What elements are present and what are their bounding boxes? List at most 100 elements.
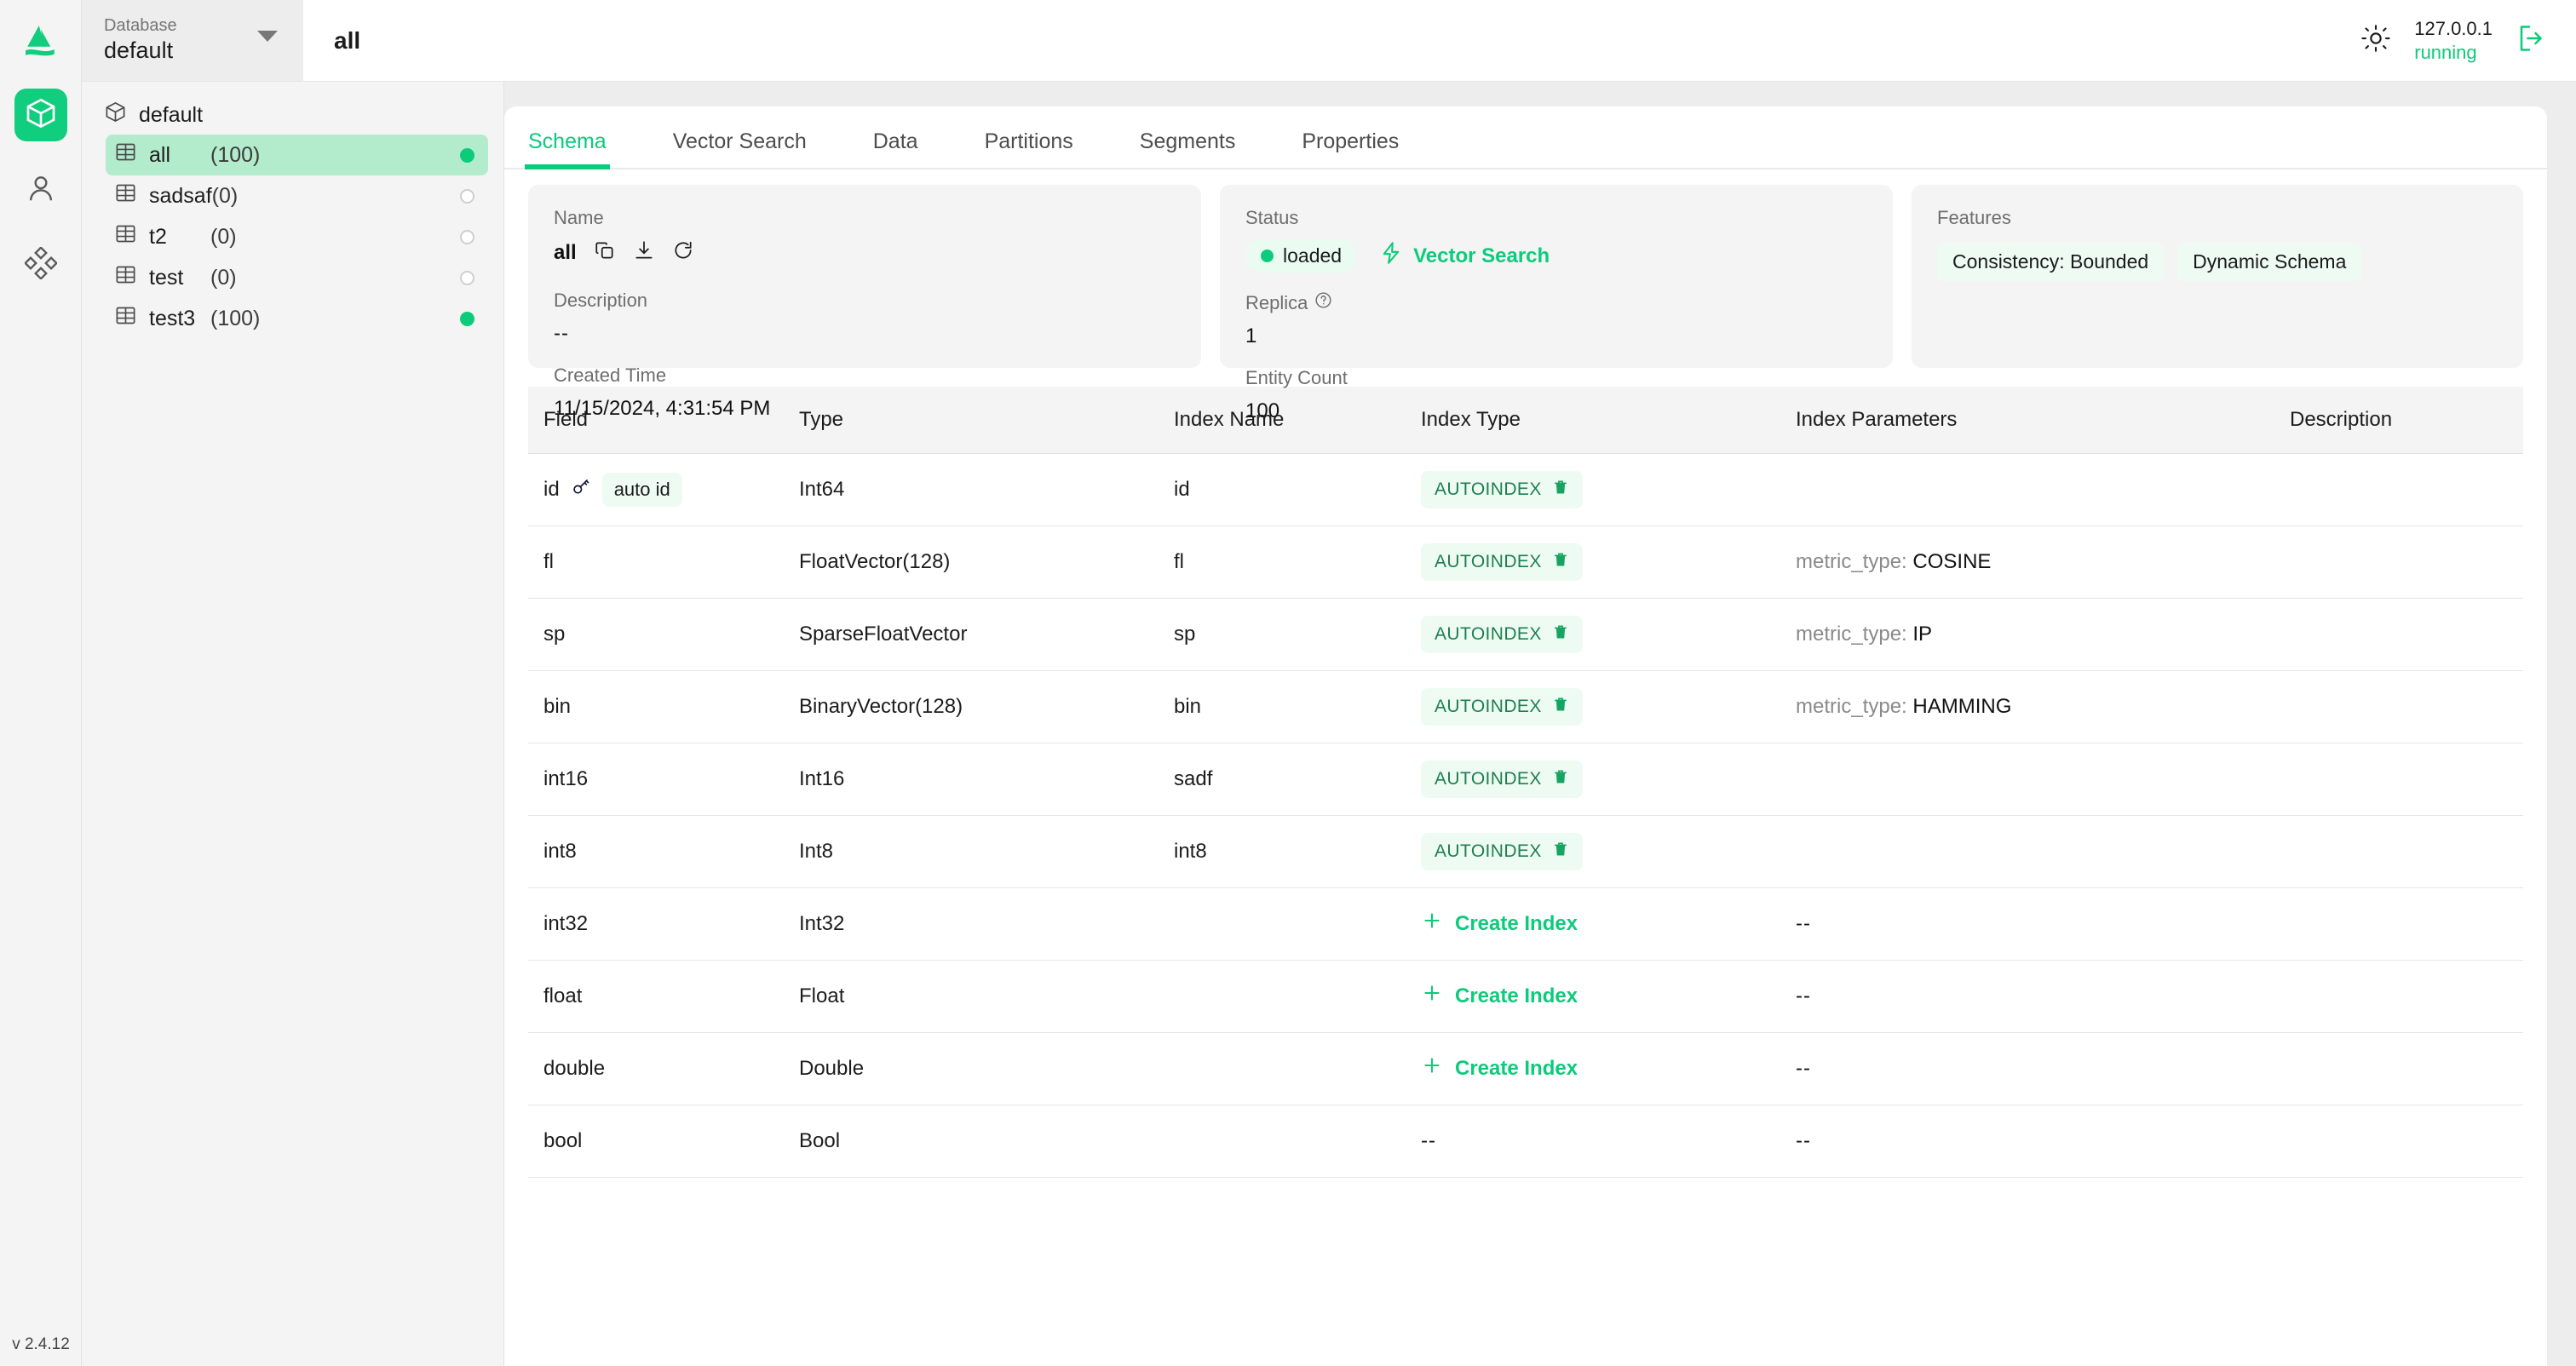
- lightning-icon: [1379, 240, 1403, 272]
- index-type-badge[interactable]: AUTOINDEX: [1421, 760, 1583, 798]
- features-card-label: Features: [1937, 207, 2498, 229]
- auto-id-badge: auto id: [602, 473, 682, 507]
- tab-partitions[interactable]: Partitions: [985, 129, 1073, 168]
- tab-segments[interactable]: Segments: [1140, 129, 1236, 168]
- table-row[interactable]: flFloatVector(128)flAUTOINDEX metric_typ…: [528, 525, 2523, 598]
- cell-index-parameters: --: [1780, 1105, 2274, 1177]
- table-row[interactable]: boolBool----: [528, 1105, 2523, 1177]
- sidebar-database-root[interactable]: default: [82, 95, 503, 135]
- field-name: fl: [543, 550, 554, 574]
- create-index-button[interactable]: Create Index: [1421, 910, 1578, 938]
- metric-type-value: IP: [1912, 623, 1932, 646]
- tab-data[interactable]: Data: [873, 129, 918, 168]
- cell-index-type: Create Index: [1406, 960, 1780, 1032]
- tab-schema[interactable]: Schema: [528, 129, 607, 168]
- delete-index-icon[interactable]: [1552, 623, 1569, 646]
- delete-index-icon[interactable]: [1552, 768, 1569, 790]
- table-row[interactable]: binBinaryVector(128)binAUTOINDEX metric_…: [528, 670, 2523, 743]
- delete-index-icon[interactable]: [1552, 479, 1569, 501]
- name-card: Name all: [528, 185, 1201, 368]
- delete-index-icon[interactable]: [1552, 551, 1569, 573]
- sidebar-collection-test[interactable]: test(0): [106, 257, 488, 298]
- field-name: bool: [543, 1129, 582, 1153]
- collection-name: test3: [149, 307, 210, 331]
- help-circle-icon[interactable]: [1314, 291, 1332, 314]
- delete-index-icon[interactable]: [1552, 696, 1569, 718]
- database-selector[interactable]: Database default: [82, 0, 303, 81]
- cell-type: Int32: [784, 887, 1159, 960]
- cell-field: int16: [528, 743, 784, 815]
- index-type-badge[interactable]: AUTOINDEX: [1421, 543, 1583, 581]
- delete-index-icon[interactable]: [1552, 841, 1569, 863]
- replica-value: 1: [1245, 324, 1867, 348]
- table-row[interactable]: doubleDouble Create Index--: [528, 1032, 2523, 1105]
- table-row[interactable]: spSparseFloatVectorspAUTOINDEX metric_ty…: [528, 598, 2523, 670]
- metric-type-value: HAMMING: [1912, 695, 2011, 718]
- vector-search-button[interactable]: Vector Search: [1379, 240, 1550, 272]
- name-card-label: Name: [554, 207, 1176, 229]
- field-name: bin: [543, 695, 571, 719]
- cell-description: [2274, 960, 2523, 1032]
- index-type-badge[interactable]: AUTOINDEX: [1421, 616, 1583, 653]
- database-label: Database: [104, 15, 177, 37]
- index-type-label: AUTOINDEX: [1435, 479, 1542, 500]
- table-icon: [114, 222, 137, 251]
- collection-count: (0): [212, 184, 239, 209]
- logout-icon[interactable]: [2516, 23, 2547, 58]
- field-name: id: [543, 478, 560, 502]
- cell-field: sp: [528, 598, 784, 670]
- cell-description: [2274, 815, 2523, 887]
- tab-properties[interactable]: Properties: [1302, 129, 1399, 168]
- status-badge: loaded: [1245, 239, 1357, 273]
- cell-field: fl: [528, 525, 784, 598]
- index-parameters-value: --: [1796, 984, 1811, 1007]
- table-row[interactable]: int8Int8int8AUTOINDEX: [528, 815, 2523, 887]
- collection-name: sadsaf: [149, 184, 212, 209]
- cell-index-name: id: [1159, 453, 1406, 525]
- cell-description: [2274, 453, 2523, 525]
- sidebar-collection-all[interactable]: all(100): [106, 135, 488, 175]
- table-row[interactable]: floatFloat Create Index--: [528, 960, 2523, 1032]
- refresh-icon[interactable]: [672, 239, 694, 266]
- tab-bar: Schema Vector Search Data Partitions Segment…: [504, 106, 2547, 169]
- cell-description: [2274, 670, 2523, 743]
- index-type-badge[interactable]: AUTOINDEX: [1421, 471, 1583, 508]
- collection-load-dot-icon: [460, 312, 474, 326]
- cell-field: int8: [528, 815, 784, 887]
- connection-status: running: [2414, 41, 2493, 65]
- cell-index-type: AUTOINDEX: [1406, 525, 1780, 598]
- index-type-label: AUTOINDEX: [1435, 624, 1542, 645]
- cell-field: float: [528, 960, 784, 1032]
- cell-index-type: AUTOINDEX: [1406, 453, 1780, 525]
- create-index-label: Create Index: [1455, 984, 1578, 1008]
- index-type-badge[interactable]: AUTOINDEX: [1421, 688, 1583, 726]
- rail-item-users[interactable]: [14, 164, 67, 216]
- index-type-badge[interactable]: AUTOINDEX: [1421, 833, 1583, 870]
- plus-icon: [1421, 1054, 1443, 1082]
- table-row[interactable]: id auto idInt64idAUTOINDEX: [528, 453, 2523, 525]
- cell-description: [2274, 1032, 2523, 1105]
- sidebar-collection-sadsaf[interactable]: sadsaf(0): [106, 175, 488, 216]
- collection-load-dot-icon: [460, 271, 474, 285]
- rail-item-system-view[interactable]: [14, 238, 67, 291]
- rail-item-collections[interactable]: [14, 89, 67, 141]
- tab-vector-search[interactable]: Vector Search: [673, 129, 807, 168]
- cell-index-name: int8: [1159, 815, 1406, 887]
- copy-icon[interactable]: [594, 239, 616, 266]
- sidebar-collection-t2[interactable]: t2(0): [106, 216, 488, 257]
- field-name: float: [543, 984, 582, 1008]
- cell-description: [2274, 1105, 2523, 1177]
- sidebar-collection-test3[interactable]: test3(100): [106, 298, 488, 339]
- sun-icon[interactable]: [2361, 24, 2390, 57]
- create-index-button[interactable]: Create Index: [1421, 1054, 1578, 1082]
- download-icon[interactable]: [633, 239, 655, 266]
- cell-field: bool: [528, 1105, 784, 1177]
- create-index-button[interactable]: Create Index: [1421, 982, 1578, 1010]
- cell-index-type: Create Index: [1406, 887, 1780, 960]
- cell-index-name: [1159, 1032, 1406, 1105]
- cell-type: SparseFloatVector: [784, 598, 1159, 670]
- table-row[interactable]: int32Int32 Create Index--: [528, 887, 2523, 960]
- top-header: Database default all 127.0.0.1 running: [82, 0, 2576, 82]
- cell-index-parameters: metric_type: IP: [1780, 598, 2274, 670]
- table-row[interactable]: int16Int16sadfAUTOINDEX: [528, 743, 2523, 815]
